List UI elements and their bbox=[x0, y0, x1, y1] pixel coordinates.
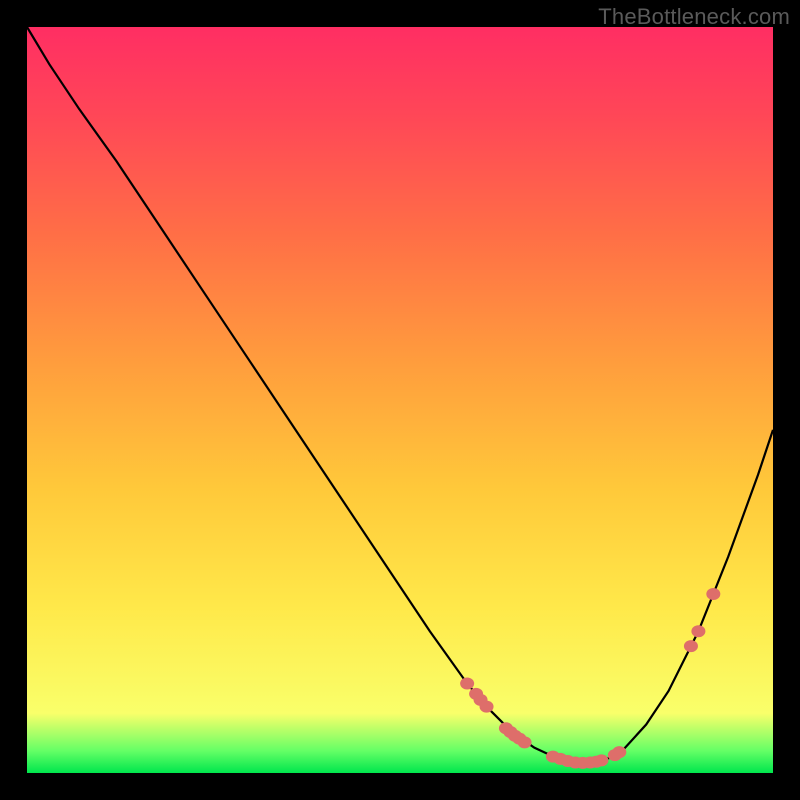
chart-container: TheBottleneck.com bbox=[0, 0, 800, 800]
data-point-markers bbox=[460, 588, 720, 769]
data-point bbox=[480, 701, 494, 713]
data-point bbox=[460, 677, 474, 689]
data-point bbox=[684, 640, 698, 652]
data-point bbox=[594, 754, 608, 766]
data-point bbox=[612, 746, 626, 758]
data-point bbox=[706, 588, 720, 600]
data-point bbox=[518, 736, 532, 748]
data-point bbox=[691, 625, 705, 637]
bottleneck-curve bbox=[27, 27, 773, 763]
chart-svg bbox=[27, 27, 773, 773]
